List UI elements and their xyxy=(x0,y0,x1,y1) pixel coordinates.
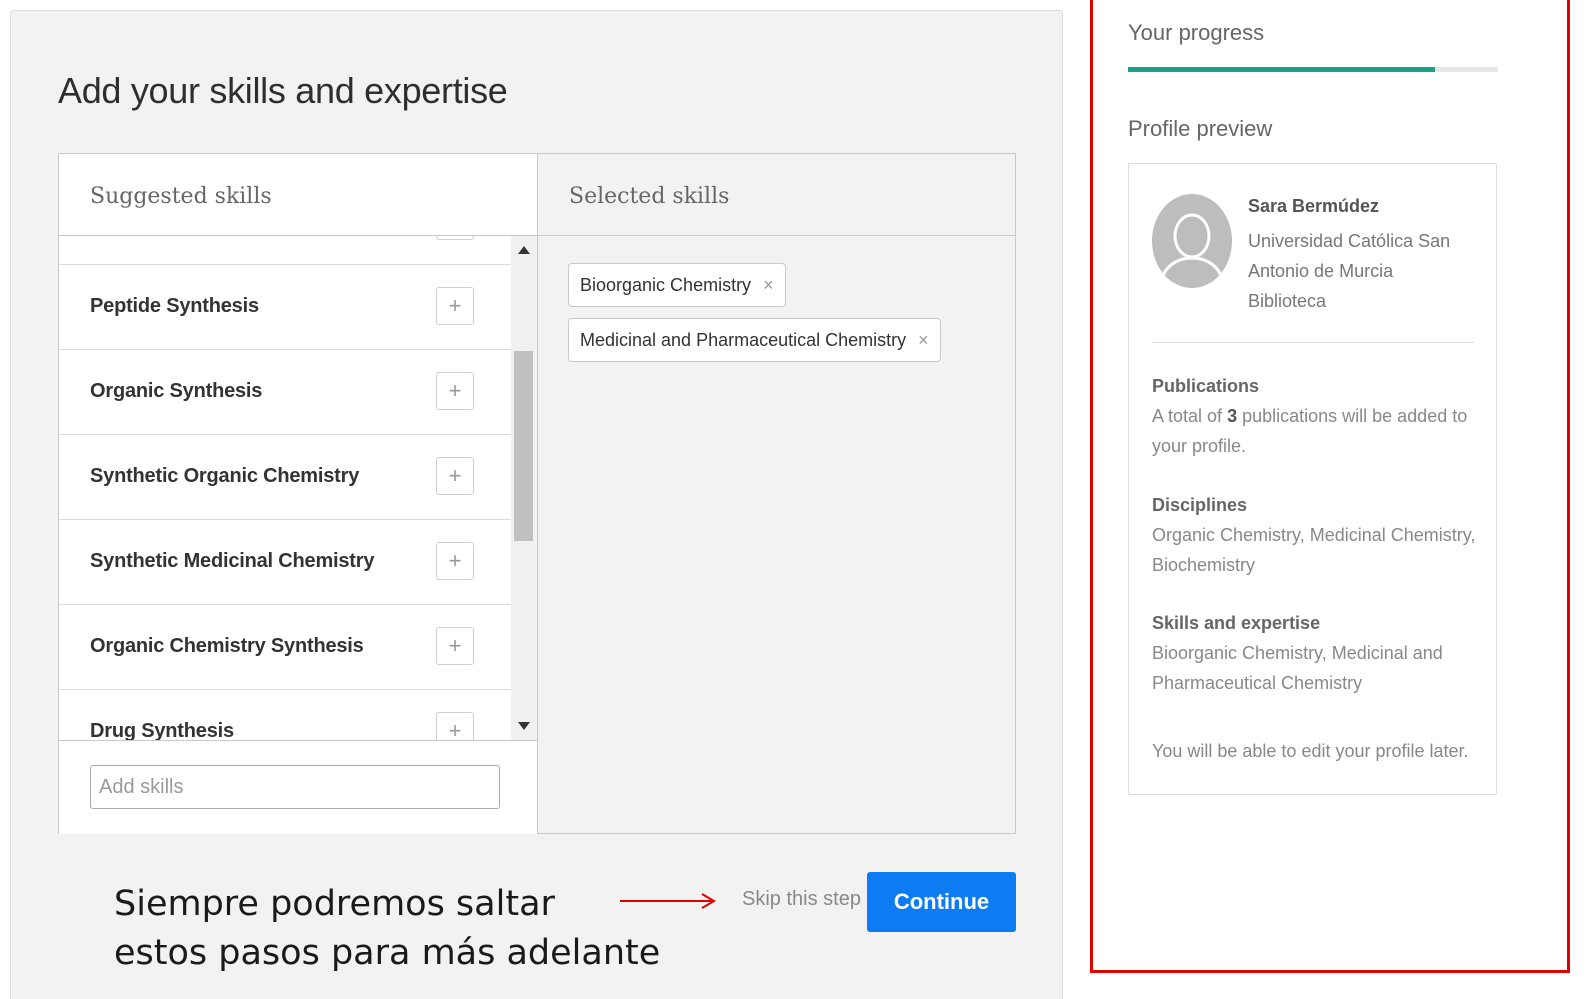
annotation-line: estos pasos para más adelante xyxy=(114,933,661,973)
skill-row: Synthetic Organic Chemistry + xyxy=(59,435,511,520)
add-skill-button[interactable]: + xyxy=(436,542,474,580)
annotation-text: Siempre podremos saltar estos pasos para… xyxy=(114,880,660,978)
publications-heading: Publications xyxy=(1152,376,1260,396)
continue-button[interactable]: Continue xyxy=(867,872,1016,932)
annotation-arrow-icon xyxy=(620,893,716,909)
chip-label: Bioorganic Chemistry xyxy=(580,274,752,295)
plus-icon: + xyxy=(448,293,462,318)
skills-text: Bioorganic Chemistry, Medicinal and Phar… xyxy=(1152,643,1443,693)
skill-row: Organic Chemistry Synthesis + xyxy=(59,605,511,690)
skills-box: Suggested skills Selected skills + Pepti… xyxy=(58,153,1016,834)
progress-bar xyxy=(1128,67,1498,72)
selected-skill-chip: Bioorganic Chemistry × xyxy=(568,263,786,307)
chip-label: Medicinal and Pharmaceutical Chemistry xyxy=(580,329,907,350)
suggested-skills-list[interactable]: + Peptide Synthesis + Organic Synthesis … xyxy=(59,236,511,740)
plus-icon: + xyxy=(448,463,462,488)
disciplines-heading: Disciplines xyxy=(1152,495,1248,515)
skills-heading: Skills and expertise xyxy=(1152,613,1321,633)
add-skill-button[interactable]: + xyxy=(436,627,474,665)
scroll-up-arrow-icon[interactable] xyxy=(518,246,530,254)
disciplines-text: Organic Chemistry, Medicinal Chemistry, … xyxy=(1152,525,1476,575)
progress-bar-fill xyxy=(1128,67,1436,72)
add-skills-input[interactable] xyxy=(90,765,500,809)
skill-name: Synthetic Medicinal Chemistry xyxy=(90,550,375,572)
profile-preview-card: Sara Bermúdez Universidad Católica San A… xyxy=(1128,163,1497,795)
skill-row: Peptide Synthesis + xyxy=(59,265,511,350)
skill-name: Organic Chemistry Synthesis xyxy=(90,635,364,657)
suggested-scrollbar[interactable] xyxy=(511,236,537,740)
plus-icon: + xyxy=(448,378,462,403)
add-skill-button[interactable]: + xyxy=(436,712,474,740)
skill-name: Synthetic Organic Chemistry xyxy=(90,465,360,487)
plus-icon: + xyxy=(448,548,462,573)
user-silhouette-icon xyxy=(1158,213,1226,288)
add-skills-area xyxy=(59,740,537,834)
institution-name: Universidad Católica San Antonio de Murc… xyxy=(1248,231,1451,281)
progress-label: Your progress xyxy=(1128,20,1265,45)
skip-step-link[interactable]: Skip this step xyxy=(742,888,861,911)
add-skill-button[interactable]: + xyxy=(436,457,474,495)
add-skill-button[interactable]: + xyxy=(436,372,474,410)
annotation-line: Siempre podremos saltar xyxy=(114,884,555,924)
remove-chip-icon[interactable]: × xyxy=(918,330,929,351)
plus-icon: + xyxy=(448,633,462,658)
plus-icon: + xyxy=(448,718,462,741)
scroll-down-arrow-icon[interactable] xyxy=(518,722,530,730)
profile-preview-label: Profile preview xyxy=(1128,116,1273,141)
add-skill-button[interactable]: + xyxy=(436,236,474,240)
skill-row: Organic Synthesis + xyxy=(59,350,511,435)
department-name: Biblioteca xyxy=(1248,291,1327,311)
skill-row: Synthetic Medicinal Chemistry + xyxy=(59,520,511,605)
publications-count: 3 xyxy=(1227,406,1238,426)
remove-chip-icon[interactable]: × xyxy=(763,275,774,296)
suggested-skills-header: Suggested skills xyxy=(59,154,537,236)
profile-sidebar: Your progress Profile preview Sara Bermú… xyxy=(1090,0,1570,973)
skill-row: Drug Synthesis + xyxy=(59,690,511,740)
avatar xyxy=(1152,194,1232,288)
divider xyxy=(1152,342,1474,343)
skill-name: Organic Synthesis xyxy=(90,380,263,402)
skill-name: Drug Synthesis xyxy=(90,720,234,740)
profile-name: Sara Bermúdez xyxy=(1248,196,1380,216)
profile-institution: Universidad Católica San Antonio de Murc… xyxy=(1248,226,1478,316)
add-skill-button[interactable]: + xyxy=(436,287,474,325)
skill-row-partial: + xyxy=(59,236,511,265)
publications-text: A total of 3 publications will be added … xyxy=(1152,406,1468,456)
suggested-skills-title: Suggested skills xyxy=(90,184,272,209)
page-title: Add your skills and expertise xyxy=(58,70,508,111)
skill-name: Peptide Synthesis xyxy=(90,295,259,317)
selected-skills-title: Selected skills xyxy=(569,184,730,209)
scrollbar-thumb[interactable] xyxy=(514,351,533,541)
selected-skill-chip: Medicinal and Pharmaceutical Chemistry × xyxy=(568,318,941,362)
column-divider xyxy=(537,154,538,833)
selected-skills-header: Selected skills xyxy=(538,154,1015,236)
edit-later-note: You will be able to edit your profile la… xyxy=(1152,741,1469,761)
